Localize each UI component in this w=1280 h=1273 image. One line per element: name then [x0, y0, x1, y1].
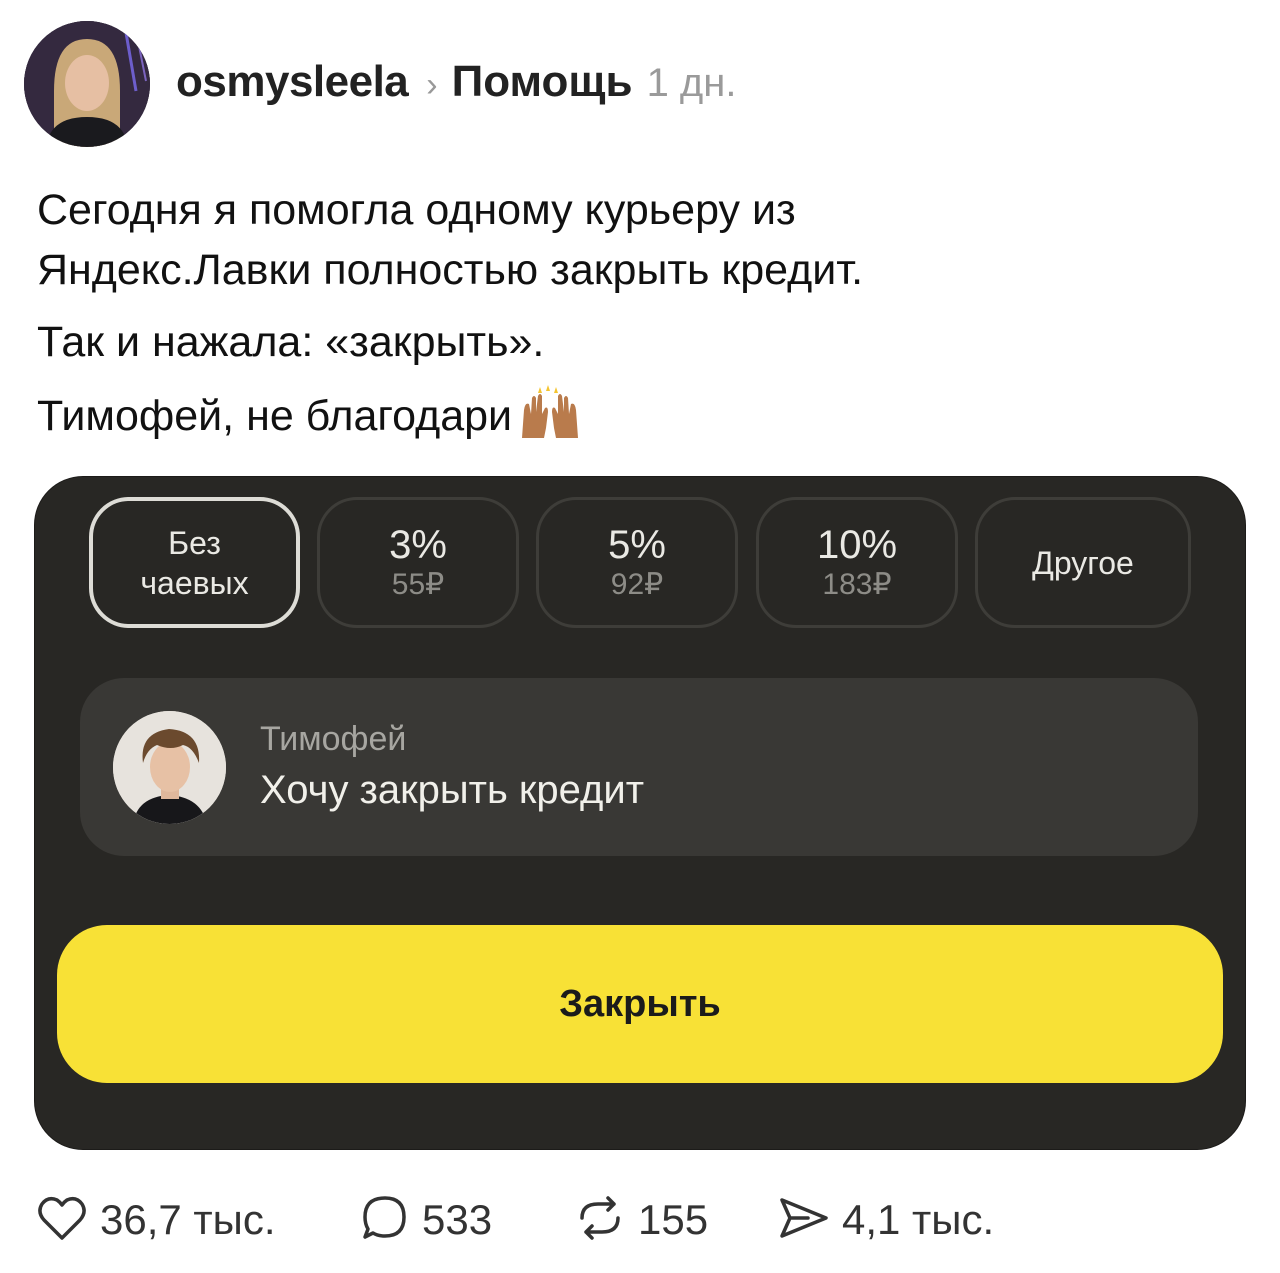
post-header: osmysleela › Помощь 1 дн. [24, 20, 736, 148]
tip-amount: 55₽ [391, 567, 445, 601]
send-icon [778, 1194, 830, 1247]
author-avatar[interactable] [24, 21, 150, 147]
tip-label: Другое [1032, 544, 1134, 581]
comment-button[interactable]: 533 [360, 1190, 492, 1250]
reposts-count: 155 [638, 1196, 709, 1243]
heart-icon [36, 1194, 88, 1247]
sender-name: Тимофей [260, 720, 407, 758]
post-meta: osmysleela › Помощь 1 дн. [176, 57, 736, 107]
embedded-screenshot: Без чаевых 3% 55₽ 5% 92₽ 10% 183₽ Другое [35, 477, 1245, 1149]
community-name[interactable]: Помощь [452, 57, 633, 107]
chevron-right-icon: › [426, 66, 438, 104]
post-line-text: Тимофей, не благодари [37, 392, 513, 440]
tip-option-10[interactable]: 10% 183₽ [756, 497, 958, 628]
post-line: Сегодня я помогла одному курьеру из [37, 186, 796, 234]
author-username[interactable]: osmysleela [176, 57, 409, 107]
tip-percent: 3% [389, 522, 447, 567]
tip-option-other[interactable]: Другое [975, 497, 1191, 628]
tip-percent: 5% [608, 522, 666, 567]
post-text: Сегодня я помогла одному курьеру из Янде… [37, 180, 1247, 456]
post-line: Тимофей, не благодари [37, 384, 1247, 456]
comment-icon [360, 1193, 410, 1248]
like-button[interactable]: 36,7 тыс. [36, 1190, 276, 1250]
share-button[interactable]: 4,1 тыс. [778, 1190, 994, 1250]
repost-icon [574, 1194, 626, 1247]
message-card: Тимофей Хочу закрыть кредит [80, 678, 1198, 856]
comments-count: 533 [422, 1196, 493, 1243]
tip-option-3[interactable]: 3% 55₽ [317, 497, 519, 628]
shares-count: 4,1 тыс. [842, 1196, 995, 1243]
post-time: 1 дн. [646, 61, 737, 105]
message-text: Хочу закрыть кредит [260, 768, 645, 812]
post-line-text: Так и нажала: «закрыть». [37, 318, 545, 366]
repost-button[interactable]: 155 [574, 1190, 708, 1250]
post-line: Так и нажала: «закрыть». [37, 312, 1247, 372]
courier-avatar [113, 711, 226, 824]
close-button[interactable]: Закрыть [57, 925, 1223, 1083]
likes-count: 36,7 тыс. [100, 1196, 276, 1243]
tip-options: Без чаевых 3% 55₽ 5% 92₽ 10% 183₽ Другое [89, 497, 1191, 632]
tip-amount: 92₽ [610, 567, 664, 601]
raising-hands-icon [518, 384, 582, 456]
tip-option-none[interactable]: Без чаевых [89, 497, 300, 628]
tip-amount: 183₽ [822, 567, 892, 601]
action-bar: 36,7 тыс. 533 155 4,1 тыс. [36, 1190, 1246, 1250]
tip-percent: 10% [816, 522, 898, 567]
tip-option-5[interactable]: 5% 92₽ [536, 497, 738, 628]
tip-label: Без чаевых [140, 524, 249, 601]
post-line: Яндекс.Лавки полностью закрыть кредит. [37, 246, 864, 294]
